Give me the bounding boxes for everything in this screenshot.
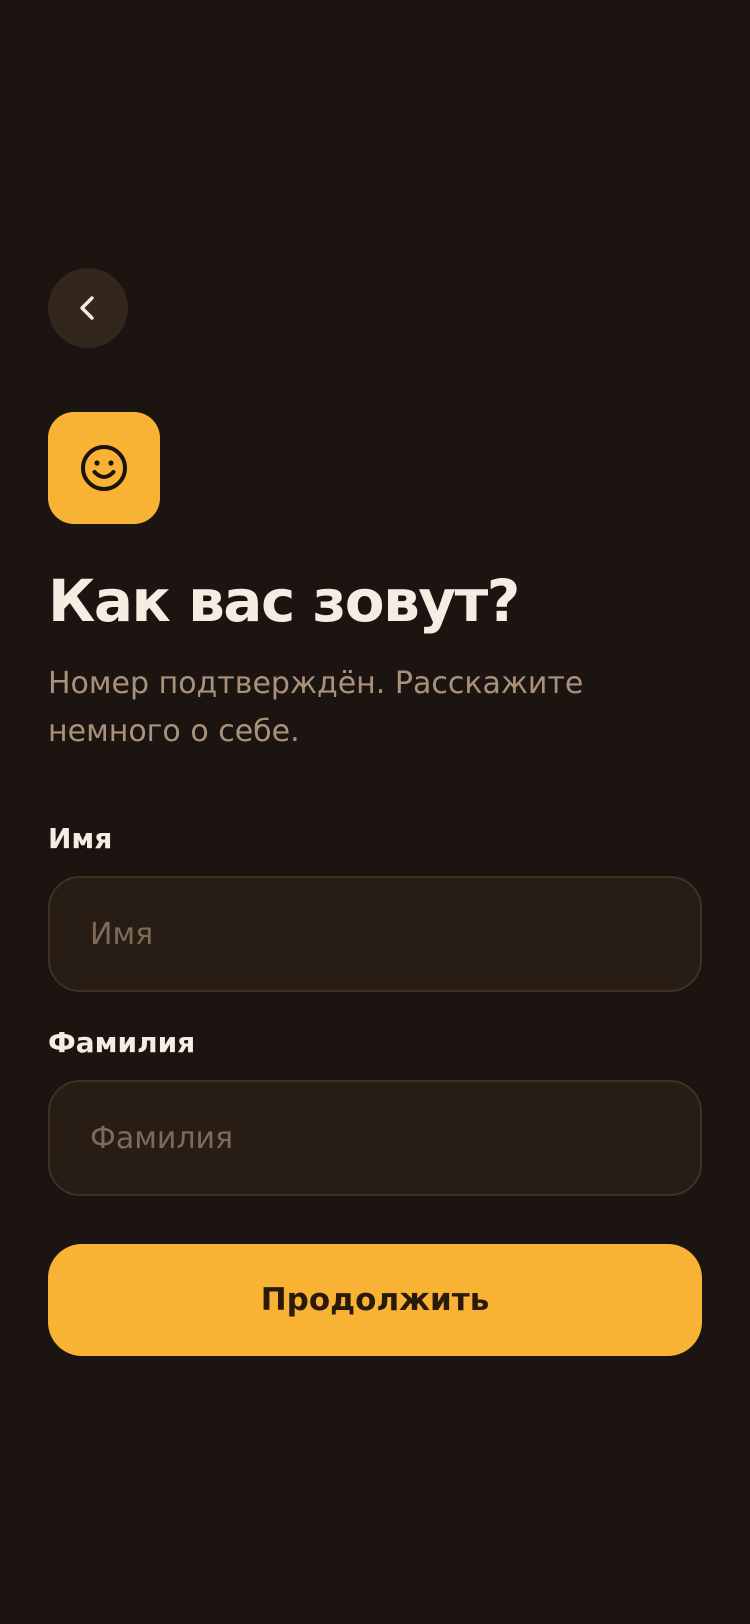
last-name-input[interactable] (48, 1080, 702, 1196)
last-name-label: Фамилия (48, 1026, 196, 1059)
chevron-left-icon (80, 296, 94, 320)
first-name-input[interactable] (48, 876, 702, 992)
smiley-face-icon (81, 445, 127, 491)
page-subtitle: Номер подтверждён. Расскажите немного о … (48, 666, 584, 749)
hero-icon-badge (48, 412, 160, 524)
back-button[interactable] (48, 268, 128, 348)
first-name-label: Имя (48, 822, 113, 855)
page-title: Как вас зовут? (48, 567, 520, 635)
name-entry-screen: Как вас зовут? Номер подтверждён. Расска… (0, 0, 750, 1624)
continue-button[interactable]: Продолжить (48, 1244, 702, 1356)
